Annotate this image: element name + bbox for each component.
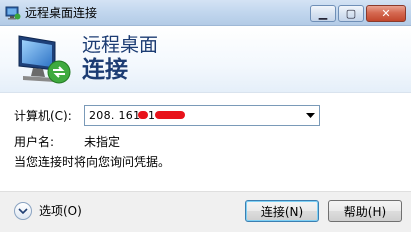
window-titlebar[interactable]: 远程桌面连接 ▁ ▢ ✕ xyxy=(0,0,411,26)
options-label[interactable]: 选项(O) xyxy=(39,203,82,219)
banner-title-line2: 连接 xyxy=(82,57,128,83)
options-toggle[interactable]: 选项(O) xyxy=(14,202,82,220)
computer-combobox[interactable]: 208. 161. 1 6. xyxy=(84,105,320,126)
username-value: 未指定 xyxy=(84,135,121,149)
dropdown-arrow-icon[interactable] xyxy=(301,106,319,125)
close-button[interactable]: ✕ xyxy=(366,5,406,22)
header-banner: 远程桌面 连接 xyxy=(0,26,411,92)
remote-desktop-app-icon xyxy=(5,6,21,20)
minimize-icon: ▁ xyxy=(318,7,328,20)
connect-button-label: 连接(N) xyxy=(260,204,304,219)
redaction-mark xyxy=(155,111,185,119)
computer-label: 计算机(C): xyxy=(14,109,72,123)
redaction-mark xyxy=(138,111,148,119)
help-button[interactable]: 帮助(H) xyxy=(328,200,402,222)
minimize-button[interactable]: ▁ xyxy=(310,5,336,22)
connect-button[interactable]: 连接(N) xyxy=(245,200,319,222)
banner-divider xyxy=(0,92,411,93)
username-label: 用户名: xyxy=(14,135,55,149)
window-title: 远程桌面连接 xyxy=(25,6,98,20)
chevron-down-icon[interactable] xyxy=(14,202,32,220)
credential-hint: 当您连接时将向您询问凭据。 xyxy=(14,155,171,169)
maximize-icon: ▢ xyxy=(345,7,357,20)
close-icon: ✕ xyxy=(381,7,391,20)
banner-title-line1: 远程桌面 xyxy=(82,34,159,56)
maximize-button[interactable]: ▢ xyxy=(338,5,364,22)
remote-desktop-monitor-icon xyxy=(18,35,71,84)
dialog-footer: 选项(O) 连接(N) 帮助(H) xyxy=(0,191,411,232)
help-button-label: 帮助(H) xyxy=(343,204,387,219)
